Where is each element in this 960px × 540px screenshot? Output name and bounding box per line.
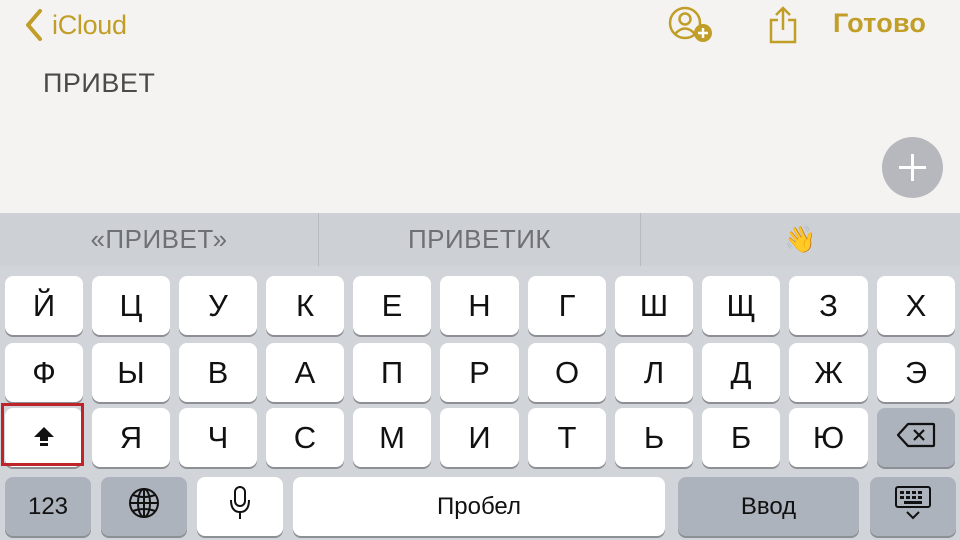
shift-key[interactable]: [5, 408, 82, 467]
key-letter[interactable]: Т: [528, 408, 606, 467]
key-letter[interactable]: Р: [440, 343, 519, 402]
key-letter[interactable]: А: [266, 343, 344, 402]
key-letter[interactable]: Г: [528, 276, 606, 335]
predictive-bar: «ПРИВЕТ» ПРИВЕТИК 👋: [0, 213, 960, 266]
shift-icon: [32, 420, 56, 456]
suggestion-emoji[interactable]: 👋: [641, 213, 960, 266]
suggestion-quoted[interactable]: «ПРИВЕТ»: [0, 213, 318, 266]
key-letter[interactable]: З: [789, 276, 868, 335]
back-button[interactable]: iCloud: [24, 8, 127, 42]
globe-icon: [127, 486, 161, 528]
key-letter[interactable]: Ю: [789, 408, 868, 467]
suggestion-word[interactable]: ПРИВЕТИК: [319, 213, 640, 266]
dictation-key[interactable]: [197, 477, 283, 536]
key-letter[interactable]: Ш: [615, 276, 693, 335]
key-letter[interactable]: Э: [877, 343, 955, 402]
key-letter[interactable]: Я: [92, 408, 170, 467]
key-letter[interactable]: Щ: [702, 276, 780, 335]
back-label: iCloud: [52, 9, 127, 40]
microphone-icon: [228, 485, 252, 529]
backspace-icon: [896, 420, 936, 456]
add-attachment-button[interactable]: [882, 137, 943, 198]
key-letter[interactable]: Ы: [92, 343, 170, 402]
key-letter[interactable]: Ж: [789, 343, 868, 402]
key-letter[interactable]: Й: [5, 276, 83, 335]
key-letter[interactable]: Д: [702, 343, 780, 402]
key-letter[interactable]: И: [440, 408, 519, 467]
key-letter[interactable]: Б: [702, 408, 780, 467]
numbers-key[interactable]: 123: [5, 477, 91, 536]
key-letter[interactable]: О: [528, 343, 606, 402]
key-letter[interactable]: Ч: [179, 408, 257, 467]
key-letter[interactable]: В: [179, 343, 257, 402]
key-letter[interactable]: Л: [615, 343, 693, 402]
note-editor[interactable]: iCloud Готово ПРИВЕТ: [0, 0, 960, 213]
keyboard-dismiss-icon: [893, 485, 933, 529]
key-letter[interactable]: С: [266, 408, 344, 467]
note-text[interactable]: ПРИВЕТ: [43, 68, 155, 99]
key-letter[interactable]: Х: [877, 276, 955, 335]
key-letter[interactable]: П: [353, 343, 431, 402]
add-people-button[interactable]: [668, 6, 714, 44]
add-contact-icon: [668, 6, 714, 48]
dismiss-keyboard-key[interactable]: [870, 477, 956, 536]
return-key[interactable]: Ввод: [678, 477, 859, 536]
globe-key[interactable]: [101, 477, 187, 536]
key-letter[interactable]: Ф: [5, 343, 83, 402]
key-letter[interactable]: Е: [353, 276, 431, 335]
space-key[interactable]: Пробел: [293, 477, 665, 536]
share-button[interactable]: [768, 4, 798, 44]
key-letter[interactable]: К: [266, 276, 344, 335]
chevron-left-icon: [24, 8, 44, 42]
key-letter[interactable]: Н: [440, 276, 519, 335]
key-letter[interactable]: Ь: [615, 408, 693, 467]
key-letter[interactable]: У: [179, 276, 257, 335]
done-button[interactable]: Готово: [833, 8, 926, 39]
delete-key[interactable]: [877, 408, 955, 467]
key-letter[interactable]: Ц: [92, 276, 170, 335]
key-letter[interactable]: М: [353, 408, 431, 467]
share-icon: [768, 6, 798, 48]
